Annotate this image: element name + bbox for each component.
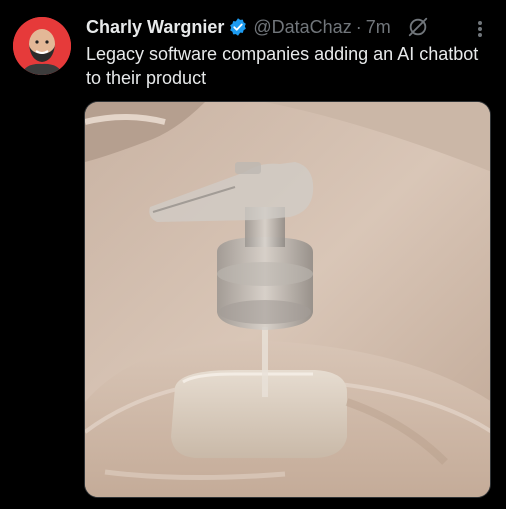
tweet: Charly Wargnier @DataChaz · 7m Legacy so… bbox=[0, 0, 506, 509]
tweet-media-image[interactable] bbox=[84, 101, 491, 498]
tweet-time[interactable]: 7m bbox=[366, 17, 391, 38]
author-handle[interactable]: @DataChaz bbox=[253, 17, 351, 38]
grok-icon[interactable] bbox=[407, 16, 429, 38]
separator-dot: · bbox=[355, 16, 362, 37]
tweet-text: Legacy software companies adding an AI c… bbox=[86, 44, 479, 88]
avatar[interactable] bbox=[13, 17, 71, 75]
author-name[interactable]: Charly Wargnier bbox=[86, 17, 224, 38]
tweet-header: Charly Wargnier @DataChaz · 7m bbox=[86, 14, 429, 40]
more-options-icon[interactable] bbox=[470, 16, 490, 42]
verified-badge-icon bbox=[228, 17, 248, 37]
